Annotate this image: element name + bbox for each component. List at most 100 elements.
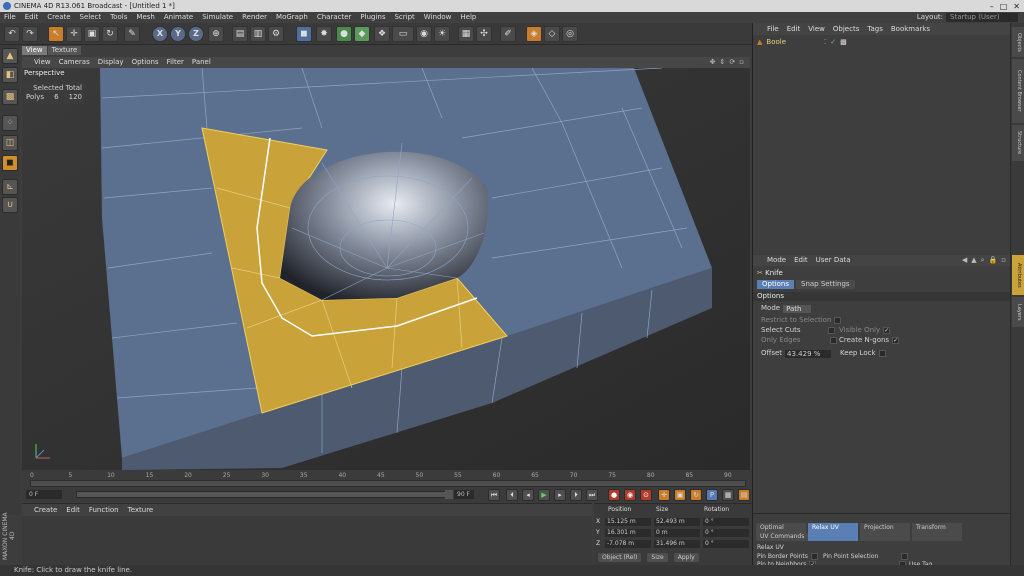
render-view-icon[interactable]: ▤ [232,26,248,42]
only-edges-checkbox[interactable] [829,337,837,344]
dock-tab-structure[interactable]: Structure [1012,125,1024,161]
pos-x-field[interactable]: 15.125 m [605,518,651,526]
coordinate-system-icon[interactable]: ⊕ [208,26,224,42]
obj-menu-edit[interactable]: Edit [787,23,801,35]
object-mode-icon[interactable]: ◧ [2,67,18,83]
mode-dropdown[interactable]: Path [783,304,812,313]
back-arrow-icon[interactable]: ◀ [962,255,967,266]
menu-edit[interactable]: Edit [25,12,39,23]
frame-range-slider[interactable] [76,491,452,498]
axis-tool-icon[interactable]: ⊾ [2,179,18,195]
sds-icon[interactable]: ◆ [354,26,370,42]
tab-uv-commands[interactable]: UV Commands [756,533,809,541]
coord-mode-dropdown[interactable]: Object (Rel) [598,553,642,562]
cube-icon[interactable]: ◼ [296,26,312,42]
attr-menu-edit[interactable]: Edit [794,255,808,266]
workplane-icon[interactable]: ◎ [562,26,578,42]
live-selection-icon[interactable]: ↖ [48,26,64,42]
go-to-start-icon[interactable]: ⏮ [488,489,500,501]
viewport-menu-options[interactable]: Options [132,57,159,68]
move-icon[interactable]: ✛ [66,26,82,42]
key-scale-icon[interactable]: ▣ [674,489,686,501]
points-mode-icon[interactable]: ✣ [476,26,492,42]
attr-menu-userdata[interactable]: User Data [816,255,851,266]
light-icon[interactable]: ☀ [434,26,450,42]
deformer-icon[interactable]: ❖ [374,26,390,42]
pos-y-field[interactable]: 16.301 m [605,529,651,537]
make-editable-icon[interactable]: ▦ [458,26,474,42]
viewport-menu-panel[interactable]: Panel [192,57,211,68]
autokey-icon[interactable]: ◉ [624,489,636,501]
pin-border-checkbox[interactable] [810,553,818,560]
camera-icon[interactable]: ◉ [416,26,432,42]
new-panel-icon[interactable]: ▫ [1001,255,1006,266]
edges-mode-icon[interactable]: ✐ [500,26,516,42]
obj-menu-file[interactable]: File [767,23,779,35]
range-start-field[interactable] [445,490,453,499]
enabled-check-icon[interactable]: ✓ [830,38,836,46]
timeline-window-icon[interactable]: ▤ [738,489,750,501]
mat-menu-texture[interactable]: Texture [128,504,154,516]
obj-menu-objects[interactable]: Objects [833,23,859,35]
range-end-field[interactable]: 90 F [454,490,474,499]
dock-tab-attributes[interactable]: Attributes [1012,255,1024,295]
prev-frame-icon[interactable]: ◂ [522,489,534,501]
floor-icon[interactable]: ▭ [392,26,414,42]
maximize-view-icon[interactable]: ▫ [739,57,744,68]
obj-menu-view[interactable]: View [808,23,825,35]
menu-create[interactable]: Create [47,12,70,23]
orbit-icon[interactable]: ⟳ [729,57,735,68]
object-name[interactable]: Boole [766,38,786,46]
next-key-icon[interactable]: ⏵ [570,489,582,501]
mat-menu-create[interactable]: Create [34,504,57,516]
edges-tool-icon[interactable]: ◫ [2,135,18,151]
rotate-icon[interactable]: ↻ [102,26,118,42]
layout-dropdown[interactable]: Startup (User) [946,13,1018,22]
menu-character[interactable]: Character [317,12,352,23]
x-axis-icon[interactable]: X [152,26,168,42]
next-frame-icon[interactable]: ▸ [554,489,566,501]
scale-icon[interactable]: ▣ [84,26,100,42]
size-y-field[interactable]: 0 m [654,529,700,537]
keep-lock-checkbox[interactable] [878,350,886,357]
model-mode-icon[interactable]: ▲ [2,48,18,64]
record-icon[interactable]: ● [608,489,620,501]
tab-snap-settings[interactable]: Snap Settings [796,280,855,289]
recent-tools-icon[interactable]: ✎ [124,26,140,42]
menu-window[interactable]: Window [424,12,452,23]
pan-icon[interactable]: ✥ [710,57,716,68]
size-z-field[interactable]: 31.496 m [654,540,700,548]
timeline-ruler[interactable]: 0 5 10 15 20 25 30 35 40 45 50 55 60 65 70 75 80 85 90 [22,470,752,488]
visibility-dots-icon[interactable]: ⁚ [824,38,826,46]
attr-menu-mode[interactable]: Mode [767,255,786,266]
array-icon[interactable]: ● [336,26,352,42]
polygons-tool-icon[interactable]: ◼ [2,155,18,171]
visible-only-checkbox[interactable]: ✓ [883,327,891,334]
menu-render[interactable]: Render [242,12,267,23]
key-rotation-icon[interactable]: ↻ [690,489,702,501]
render-picture-viewer-icon[interactable]: ▥ [250,26,266,42]
play-icon[interactable]: ▶ [538,489,550,501]
tab-projection[interactable]: Projection [860,523,910,541]
dock-tab-layers[interactable]: Layers [1012,297,1024,327]
mat-menu-function[interactable]: Function [89,504,119,516]
menu-select[interactable]: Select [80,12,102,23]
timeline-track[interactable] [30,480,746,487]
y-axis-icon[interactable]: Y [170,26,186,42]
viewport-menu-cameras[interactable]: Cameras [59,57,90,68]
dock-tab-objects[interactable]: Objects [1012,27,1024,57]
up-arrow-icon[interactable]: ▲ [971,255,976,266]
menu-mesh[interactable]: Mesh [136,12,154,23]
dock-tab-content-browser[interactable]: Content Browser [1012,59,1024,123]
menu-script[interactable]: Script [394,12,414,23]
tab-relax-uv[interactable]: Relax UV [808,523,858,541]
rot-b-field[interactable]: 0 ° [703,540,749,548]
snap-icon[interactable]: ∪ [2,197,18,213]
keyframe-selection-icon[interactable]: ⊙ [640,489,652,501]
viewport-menu-display[interactable]: Display [98,57,124,68]
zoom-icon[interactable]: ⇕ [720,57,726,68]
menu-mograph[interactable]: MoGraph [276,12,308,23]
key-position-icon[interactable]: ✛ [658,489,670,501]
offset-field[interactable]: 43.429 % [785,349,832,358]
polygons-mode-icon[interactable]: ◈ [526,26,542,42]
